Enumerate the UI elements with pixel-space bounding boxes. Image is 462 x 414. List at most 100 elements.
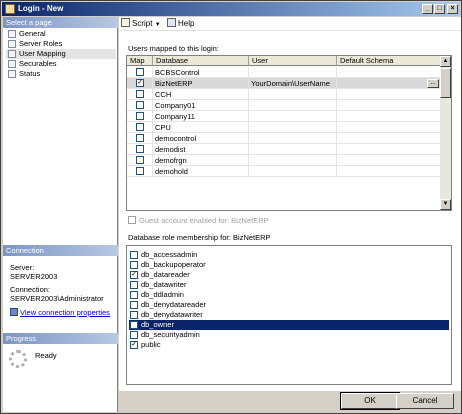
- role-label: db_datareader: [141, 270, 190, 279]
- browse-schema-button[interactable]: ...: [427, 79, 439, 88]
- properties-icon: [10, 308, 18, 316]
- page-label: Server Roles: [19, 39, 63, 48]
- user-cell[interactable]: [249, 67, 337, 78]
- table-row[interactable]: CCH: [127, 89, 441, 100]
- role-label: db_securityadmin: [141, 330, 200, 339]
- page-status[interactable]: Status: [6, 69, 116, 79]
- user-cell[interactable]: [249, 144, 337, 155]
- table-row[interactable]: Company01: [127, 100, 441, 111]
- login-dialog: Login - New _ □ × Select a page General …: [0, 0, 462, 414]
- role-checkbox[interactable]: [130, 311, 138, 319]
- scroll-up-icon[interactable]: ▲: [440, 56, 451, 67]
- role-checkbox[interactable]: [130, 281, 138, 289]
- close-button[interactable]: ×: [447, 4, 458, 14]
- maximize-button[interactable]: □: [434, 4, 445, 14]
- role-item[interactable]: db_securityadmin: [129, 330, 449, 340]
- guest-account-checkbox[interactable]: [128, 216, 136, 224]
- role-checkbox[interactable]: [130, 251, 138, 259]
- toolbar: Script ▼ Help: [119, 17, 461, 31]
- role-item[interactable]: ✓ public: [129, 340, 449, 350]
- user-cell[interactable]: [249, 111, 337, 122]
- map-checkbox[interactable]: [136, 134, 144, 142]
- role-item[interactable]: db_accessadmin: [129, 250, 449, 260]
- default-schema-cell[interactable]: [337, 89, 441, 100]
- default-schema-cell[interactable]: [337, 144, 441, 155]
- map-checkbox[interactable]: ✓: [136, 79, 144, 87]
- view-connection-properties[interactable]: View connection properties: [10, 308, 110, 318]
- default-schema-cell[interactable]: [337, 111, 441, 122]
- script-button[interactable]: Script ▼: [121, 17, 161, 32]
- user-cell[interactable]: [249, 89, 337, 100]
- column-header-default-schema[interactable]: Default Schema: [337, 56, 441, 66]
- user-cell[interactable]: [249, 133, 337, 144]
- scroll-down-icon[interactable]: ▼: [440, 199, 451, 210]
- role-checkbox[interactable]: [130, 291, 138, 299]
- default-schema-cell[interactable]: [337, 100, 441, 111]
- role-item[interactable]: db_owner: [129, 320, 449, 330]
- page-server-roles[interactable]: Server Roles: [6, 39, 116, 49]
- map-checkbox[interactable]: [136, 167, 144, 175]
- map-checkbox[interactable]: [136, 101, 144, 109]
- users-mapped-grid: Map Database User Default Schema BCBSCon…: [126, 55, 452, 211]
- map-checkbox[interactable]: [136, 123, 144, 131]
- role-item[interactable]: ✓ db_datareader: [129, 270, 449, 280]
- table-row[interactable]: demofrgn: [127, 155, 441, 166]
- role-checkbox[interactable]: [130, 301, 138, 309]
- user-cell[interactable]: [249, 100, 337, 111]
- role-checkbox[interactable]: ✓: [130, 271, 138, 279]
- user-cell[interactable]: [249, 122, 337, 133]
- table-row[interactable]: democontrol: [127, 133, 441, 144]
- table-row[interactable]: ✓ BizNetERP YourDomain\UserName...: [127, 78, 441, 89]
- user-cell[interactable]: [249, 166, 337, 177]
- default-schema-cell[interactable]: [337, 67, 441, 78]
- script-label: Script: [132, 19, 153, 28]
- table-row[interactable]: BCBSControl: [127, 67, 441, 78]
- scroll-thumb[interactable]: [440, 68, 451, 98]
- page-user-mapping[interactable]: User Mapping: [6, 49, 116, 59]
- right-pane: Script ▼ Help Users mapped to this login…: [119, 17, 461, 391]
- map-checkbox[interactable]: [136, 156, 144, 164]
- user-cell[interactable]: [249, 155, 337, 166]
- default-schema-cell[interactable]: [337, 166, 441, 177]
- view-connection-link[interactable]: View connection properties: [20, 308, 110, 317]
- default-schema-cell[interactable]: [337, 133, 441, 144]
- role-label: db_denydatawriter: [141, 310, 203, 319]
- cancel-button[interactable]: Cancel: [396, 393, 454, 409]
- default-schema-cell[interactable]: ...: [337, 78, 441, 89]
- default-schema-cell[interactable]: [337, 155, 441, 166]
- chevron-down-icon: ▼: [154, 22, 161, 28]
- help-button[interactable]: Help: [167, 17, 194, 31]
- role-item[interactable]: db_denydatawriter: [129, 310, 449, 320]
- user-cell[interactable]: YourDomain\UserName: [249, 78, 337, 89]
- role-checkbox[interactable]: ✓: [130, 341, 138, 349]
- role-checkbox[interactable]: [130, 321, 138, 329]
- page-securables[interactable]: Securables: [6, 59, 116, 69]
- table-row[interactable]: CPU: [127, 122, 441, 133]
- role-item[interactable]: db_ddladmin: [129, 290, 449, 300]
- map-checkbox[interactable]: [136, 112, 144, 120]
- default-schema-cell[interactable]: [337, 122, 441, 133]
- minimize-button[interactable]: _: [422, 4, 433, 14]
- map-checkbox[interactable]: [136, 68, 144, 76]
- role-label: db_ddladmin: [141, 290, 184, 299]
- role-checkbox[interactable]: [130, 261, 138, 269]
- role-label: db_denydatareader: [141, 300, 207, 309]
- page-label: Status: [19, 69, 41, 78]
- database-cell: demohold: [153, 166, 249, 177]
- column-header-map[interactable]: Map: [127, 56, 153, 66]
- column-header-user[interactable]: User: [249, 56, 337, 66]
- role-checkbox[interactable]: [130, 331, 138, 339]
- map-checkbox[interactable]: [136, 145, 144, 153]
- role-item[interactable]: db_datawriter: [129, 280, 449, 290]
- grid-vertical-scrollbar[interactable]: ▲ ▼: [440, 56, 451, 210]
- table-row[interactable]: demohold: [127, 166, 441, 177]
- login-icon: [5, 4, 15, 14]
- page-general[interactable]: General: [6, 29, 116, 39]
- map-checkbox[interactable]: [136, 90, 144, 98]
- table-row[interactable]: Company11: [127, 111, 441, 122]
- role-item[interactable]: db_backupoperator: [129, 260, 449, 270]
- role-item[interactable]: db_denydatareader: [129, 300, 449, 310]
- column-header-database[interactable]: Database: [153, 56, 249, 66]
- table-row[interactable]: demodist: [127, 144, 441, 155]
- ok-button[interactable]: OK: [340, 392, 400, 410]
